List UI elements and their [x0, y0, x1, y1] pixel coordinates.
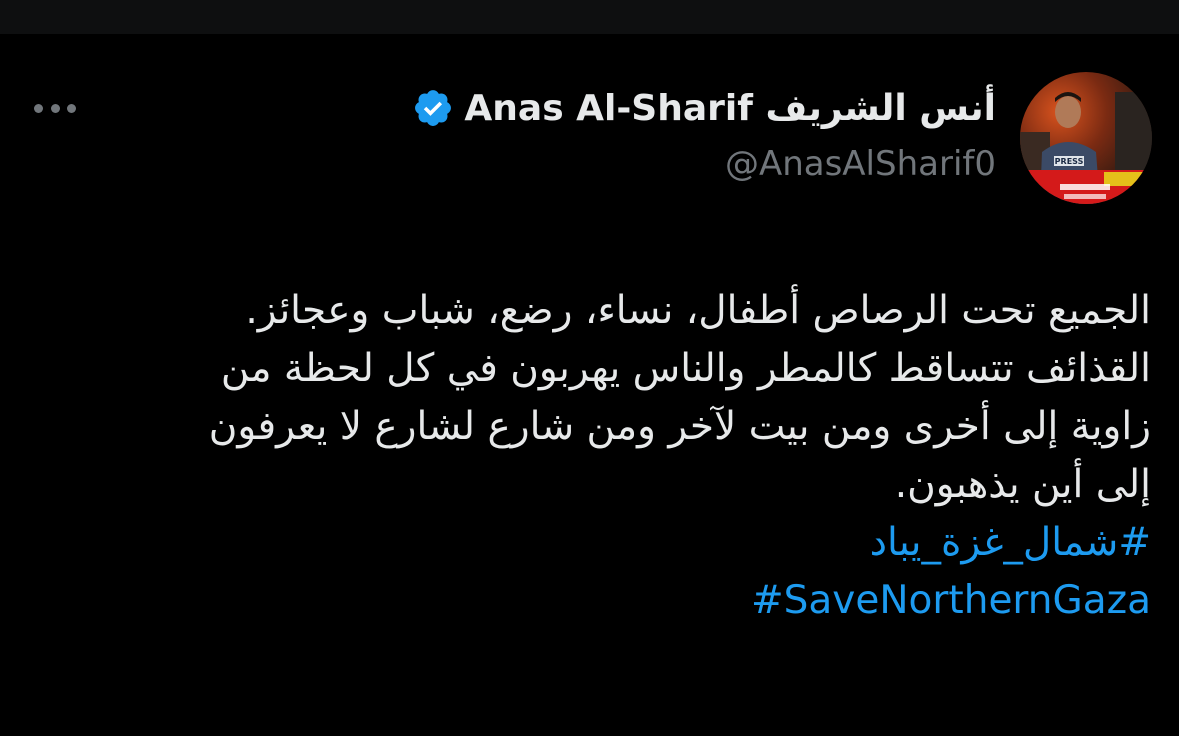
tweet-text: الجميع تحت الرصاص أطفال، نساء، رضع، شباب…	[51, 282, 1151, 630]
hashtag-link[interactable]: #SaveNorthernGaza	[51, 572, 1151, 630]
more-dot-icon	[67, 103, 76, 113]
author-name-row[interactable]: أنس الشريف Anas Al-Sharif	[412, 82, 996, 134]
author-handle[interactable]: @AnasAlSharif0	[412, 144, 996, 184]
tweet-text-line: القذائف تتساقط كالمطر والناس يهربون في ك…	[220, 346, 1151, 391]
more-options-button[interactable]	[34, 96, 76, 120]
tweet-text-line: إلى أين يذهبون.	[894, 462, 1151, 507]
more-dot-icon	[50, 103, 60, 113]
tweet-text-line: زاوية إلى أخرى ومن بيت لآخر ومن شارع لشا…	[208, 404, 1151, 449]
hashtag-link[interactable]: #شمال_غزة_يباد	[51, 514, 1151, 572]
avatar-press-label: PRESS	[1055, 157, 1084, 166]
verified-badge-icon	[412, 87, 454, 129]
avatar-photo: PRESS	[1020, 72, 1152, 204]
avatar[interactable]: PRESS	[1020, 72, 1152, 204]
tweet-text-line: الجميع تحت الرصاص أطفال، نساء، رضع، شباب…	[245, 288, 1151, 333]
tweet-header: أنس الشريف Anas Al-Sharif @AnasAlSharif0	[412, 82, 996, 184]
top-status-bar	[0, 0, 1179, 34]
more-dot-icon	[34, 103, 43, 113]
author-display-name: أنس الشريف Anas Al-Sharif	[464, 87, 996, 129]
